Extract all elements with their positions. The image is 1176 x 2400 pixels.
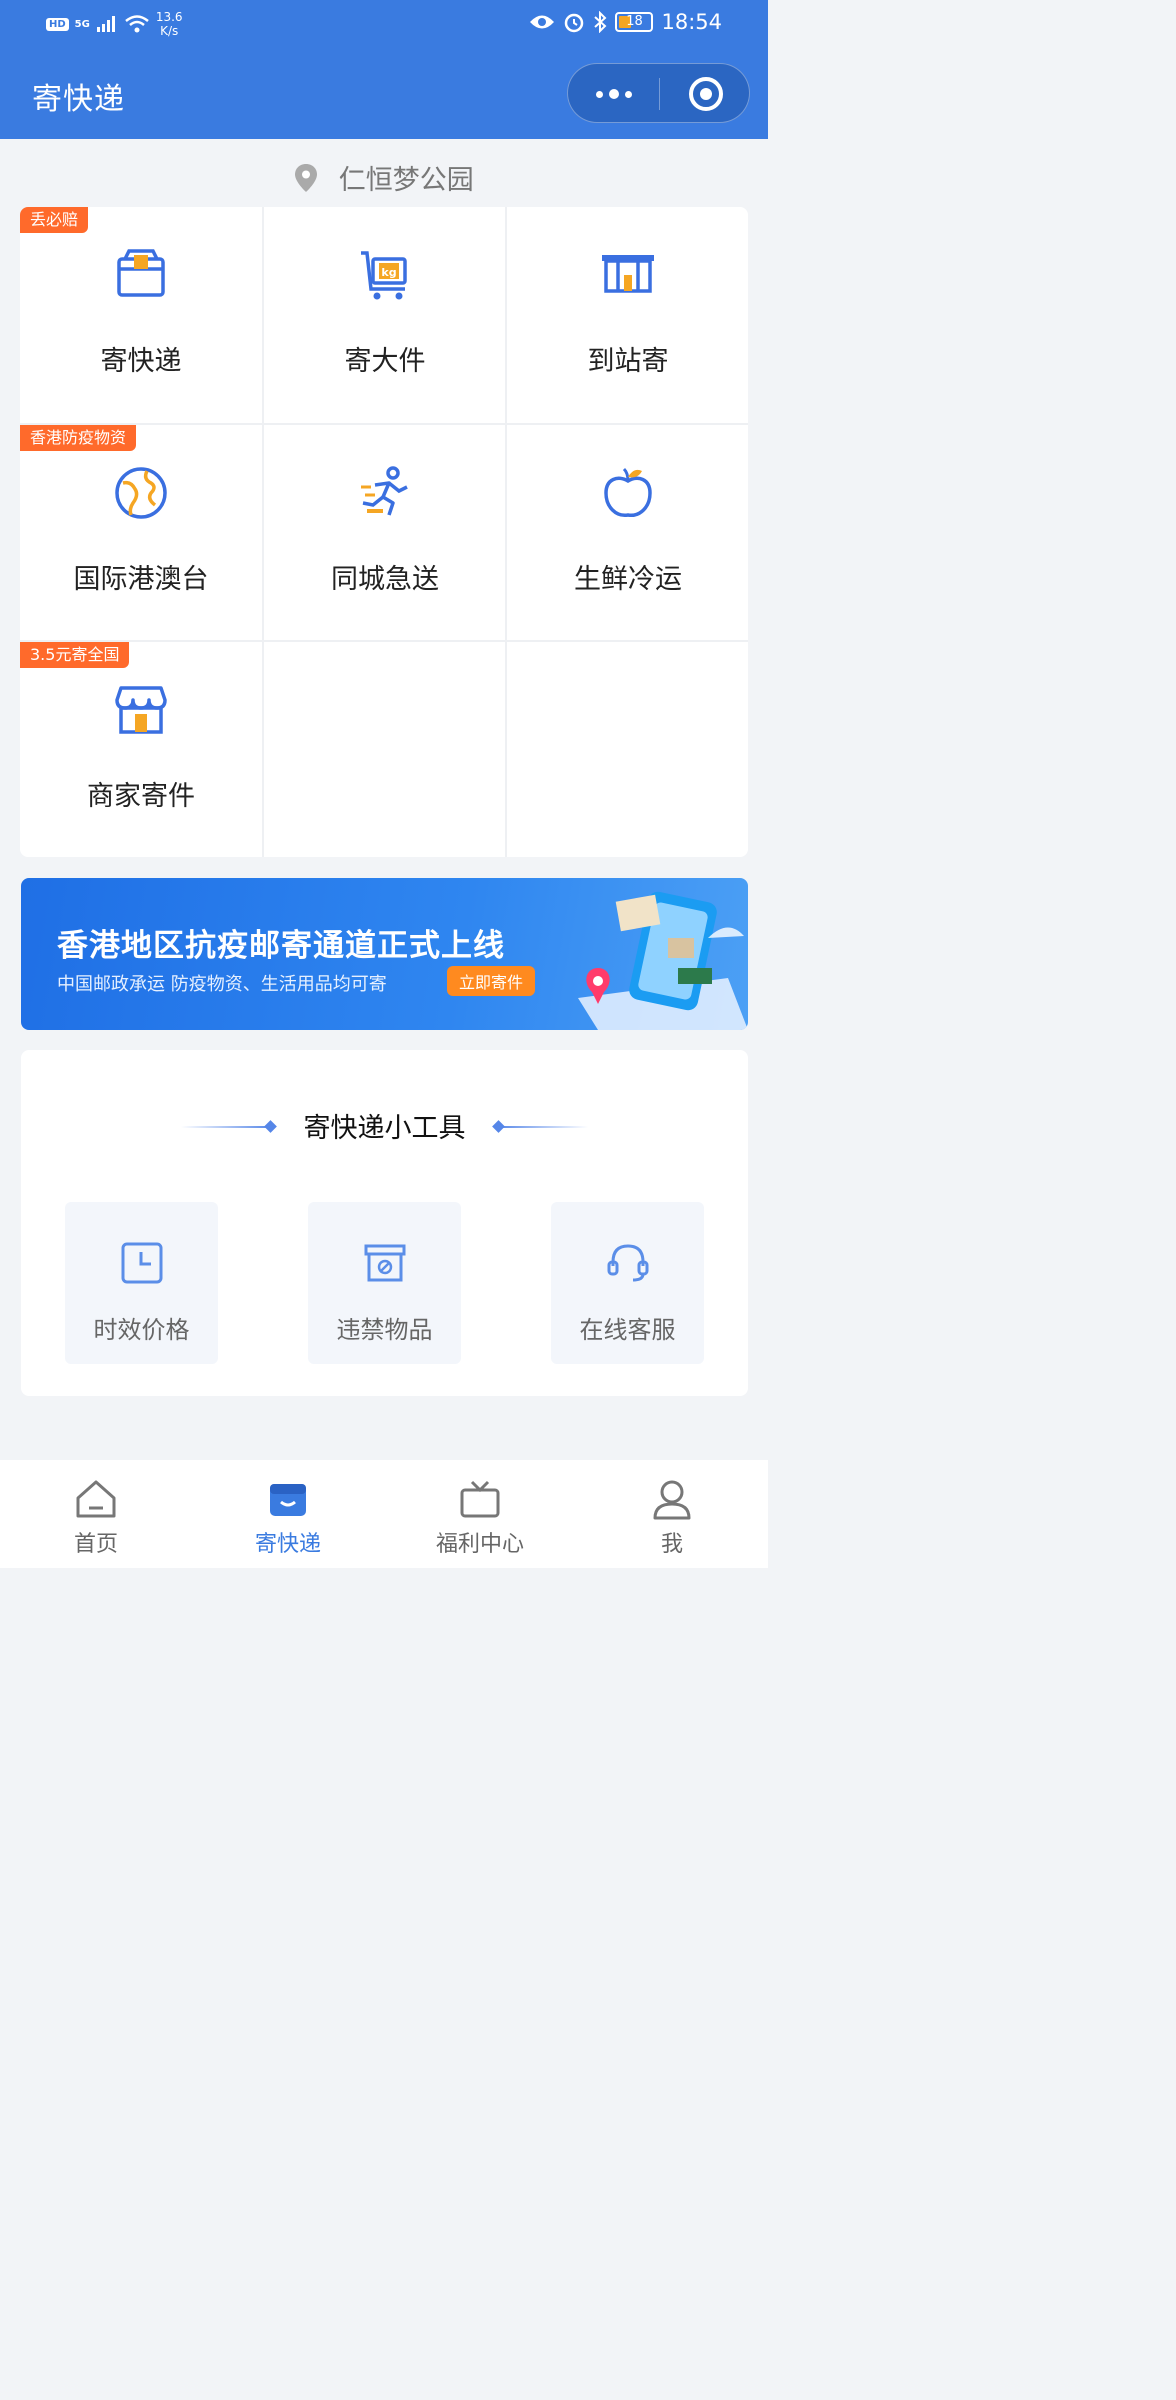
- tool-label: 时效价格: [93, 1316, 190, 1344]
- service-label: 寄大件: [344, 346, 426, 377]
- clock-icon: [121, 1242, 163, 1284]
- service-same-city[interactable]: 同城急送: [264, 425, 506, 641]
- eye-icon: [530, 15, 555, 29]
- service-grid: 寄快递 丢必赔 kg 寄大件 到站寄 国际港澳台 香港防疫物资 同城急送 生鲜冷…: [20, 207, 748, 857]
- service-station-send[interactable]: 到站寄: [507, 207, 748, 423]
- alarm-icon: [565, 13, 584, 33]
- tools-title: 寄快递小工具: [303, 1113, 466, 1144]
- location-selector[interactable]: 仁恒梦公园: [0, 158, 768, 197]
- top-bar: HD 5G 13.6 K/s 18 18:54 寄快递: [0, 0, 768, 139]
- speed-value: 13.6: [155, 10, 183, 24]
- gift-tv-icon: [460, 1480, 500, 1518]
- runner-icon: [361, 466, 408, 516]
- service-label: 同城急送: [331, 564, 439, 595]
- tool-prohibited-items[interactable]: 违禁物品: [308, 1202, 461, 1364]
- status-left: HD 5G 13.6 K/s: [46, 10, 183, 38]
- battery-icon: 18: [615, 12, 654, 32]
- hd-badge: HD: [46, 17, 69, 31]
- tool-label: 违禁物品: [336, 1316, 433, 1344]
- more-dot-icon: [596, 90, 603, 98]
- location-pin-icon: [295, 163, 318, 192]
- tools-section: 寄快递小工具 时效价格 违禁物品 在线客服: [21, 1050, 748, 1396]
- battery-level: 18: [626, 14, 643, 29]
- service-label: 生鲜冷运: [574, 564, 682, 595]
- service-merchant-send[interactable]: 商家寄件 3.5元寄全国: [20, 642, 262, 857]
- nav-label: 首页: [73, 1532, 118, 1557]
- banner-headline: 香港地区抗疫邮寄通道正式上线: [57, 928, 505, 964]
- signal-icon: [96, 16, 115, 32]
- location-name: 仁恒梦公园: [338, 165, 474, 196]
- station-icon: [602, 255, 654, 293]
- more-dot-icon: [609, 89, 619, 99]
- nav-label: 寄快递: [254, 1532, 321, 1557]
- banner-send-button[interactable]: 立即寄件: [447, 966, 536, 996]
- speed-unit: K/s: [160, 24, 179, 38]
- home-icon: [76, 1480, 116, 1518]
- nav-me[interactable]: 我: [576, 1460, 768, 1568]
- bottom-nav: 首页 寄快递 福利中心 我: [0, 1460, 768, 1568]
- service-tag: 丢必赔: [20, 207, 89, 233]
- mini-program-capsule: [567, 63, 750, 123]
- more-menu-button[interactable]: [592, 78, 636, 110]
- page-title: 寄快递: [32, 82, 125, 117]
- service-cold-chain[interactable]: 生鲜冷运: [507, 425, 748, 641]
- service-tag: 香港防疫物资: [20, 425, 137, 451]
- banner-illustration: [578, 891, 748, 1030]
- bluetooth-icon: [594, 11, 607, 33]
- status-bar: HD 5G 13.6 K/s 18 18:54: [0, 0, 768, 50]
- service-send-express[interactable]: 寄快递 丢必赔: [20, 207, 262, 423]
- cart-kg-icon: kg: [361, 251, 407, 300]
- service-label: 寄快递: [100, 346, 182, 377]
- globe-icon: [115, 467, 167, 519]
- service-send-large[interactable]: kg 寄大件: [264, 207, 506, 423]
- nav-label: 福利中心: [435, 1532, 524, 1557]
- shop-icon: [115, 686, 167, 734]
- svg-text:kg: kg: [381, 266, 396, 279]
- headset-icon: [607, 1244, 649, 1282]
- prohibited-box-icon: [364, 1244, 406, 1282]
- box-icon: [117, 249, 165, 297]
- status-right: 18 18:54: [529, 10, 722, 34]
- apple-icon: [604, 467, 652, 517]
- close-target-button[interactable]: [689, 77, 723, 111]
- clock-time: 18:54: [661, 10, 722, 34]
- parcel-icon: [270, 1484, 306, 1516]
- nav-welfare-center[interactable]: 福利中心: [384, 1460, 576, 1568]
- tool-online-service[interactable]: 在线客服: [551, 1202, 704, 1364]
- more-dot-icon: [625, 90, 632, 98]
- service-label: 到站寄: [587, 346, 669, 377]
- service-tag: 3.5元寄全国: [20, 642, 130, 668]
- network-label: 5G: [74, 18, 90, 30]
- promo-banner[interactable]: 香港地区抗疫邮寄通道正式上线 中国邮政承运 防疫物资、生活用品均可寄 立即寄件: [21, 878, 748, 1030]
- user-icon: [653, 1480, 691, 1520]
- nav-home[interactable]: 首页: [0, 1460, 192, 1568]
- tool-label: 在线客服: [579, 1316, 676, 1344]
- nav-label: 我: [660, 1532, 683, 1557]
- banner-subline: 中国邮政承运 防疫物资、生活用品均可寄: [57, 974, 387, 995]
- network-speed: 13.6 K/s: [156, 10, 183, 38]
- nav-send-express[interactable]: 寄快递: [192, 1460, 384, 1568]
- tool-time-price[interactable]: 时效价格: [65, 1202, 218, 1364]
- service-label: 国际港澳台: [73, 564, 209, 595]
- wifi-icon: [125, 15, 149, 33]
- service-international[interactable]: 国际港澳台 香港防疫物资: [20, 425, 262, 641]
- capsule-divider: [659, 78, 660, 110]
- service-label: 商家寄件: [87, 781, 195, 812]
